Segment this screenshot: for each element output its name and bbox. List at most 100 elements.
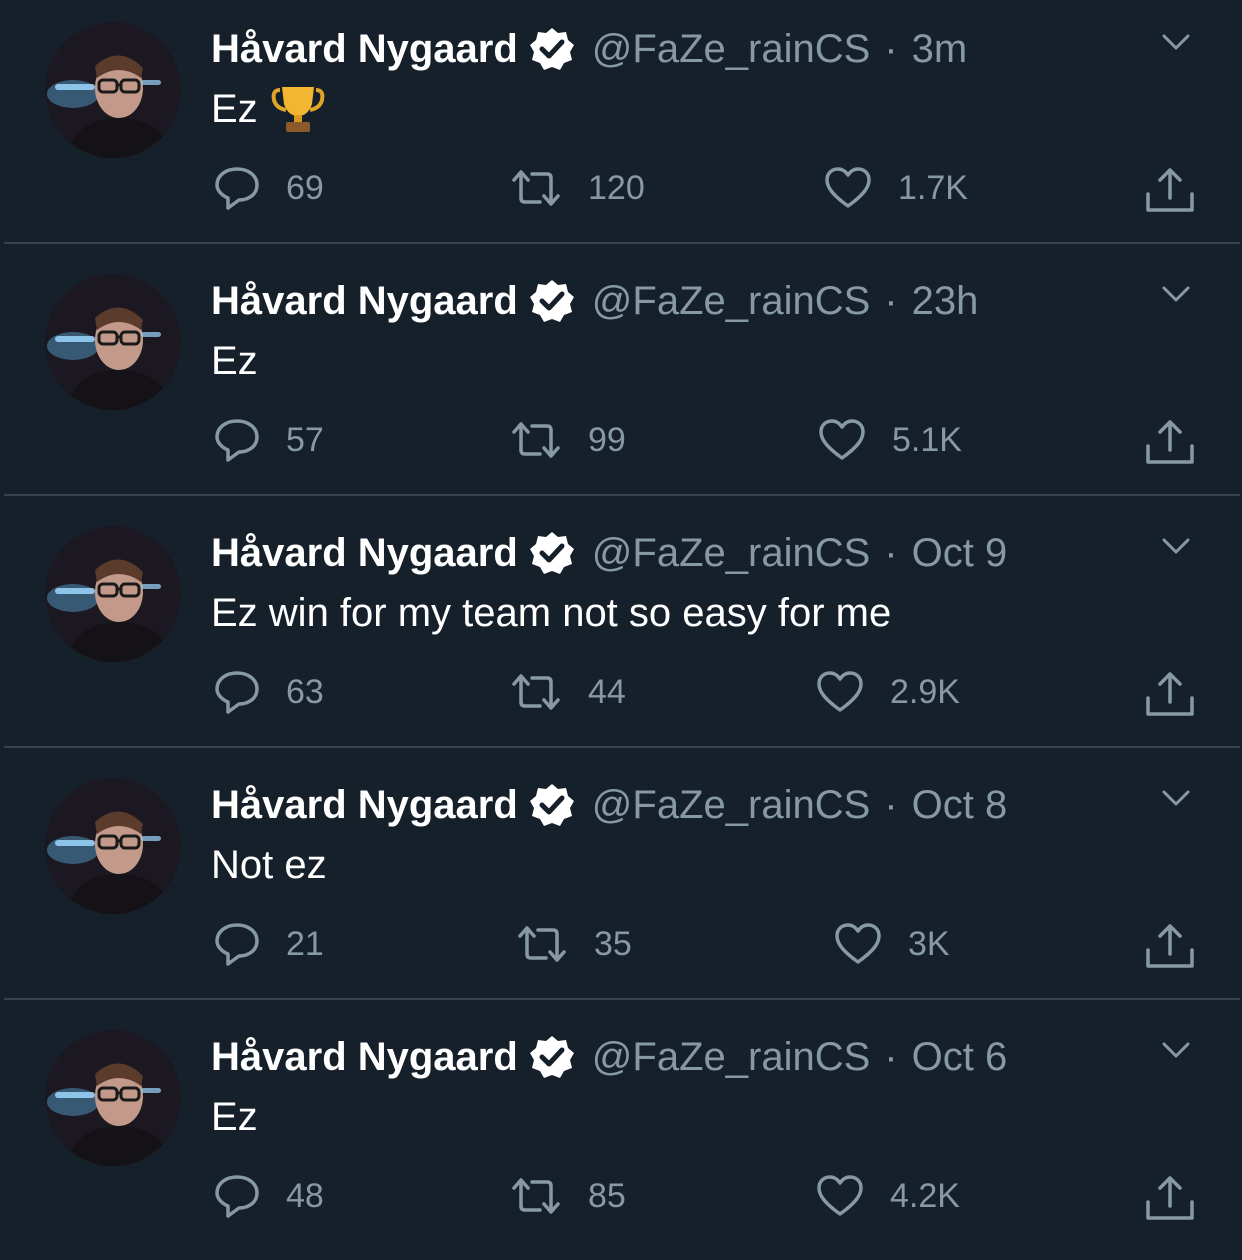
author-handle[interactable]: @FaZe_rainCS — [592, 279, 870, 324]
heart-icon — [817, 671, 863, 712]
tweet-text-container: Ez — [211, 1090, 258, 1144]
tweet-text: Not ez — [211, 842, 327, 887]
like-count: 3K — [908, 924, 950, 963]
tweet-timestamp[interactable]: Oct 9 — [912, 531, 1008, 576]
heart-icon — [819, 419, 865, 460]
like-count: 1.7K — [898, 168, 968, 207]
retweet-button[interactable]: 44 — [510, 664, 626, 720]
tweet-text: Ez — [211, 1094, 258, 1139]
tweet-text-container: Not ez — [211, 838, 327, 892]
reply-button[interactable]: 21 — [214, 916, 324, 972]
retweet-icon — [518, 926, 566, 962]
like-button[interactable]: 4.2K — [816, 1168, 960, 1224]
retweet-icon — [512, 422, 560, 458]
trophy-emoji-icon — [271, 87, 325, 132]
reply-button[interactable]: 69 — [214, 160, 324, 216]
retweet-icon — [512, 1178, 560, 1214]
reply-button[interactable]: 63 — [214, 664, 324, 720]
retweet-button[interactable]: 120 — [510, 160, 645, 216]
retweet-icon — [512, 170, 560, 206]
reply-count: 21 — [286, 924, 324, 963]
like-button[interactable]: 3K — [834, 916, 950, 972]
reply-bubble-icon — [215, 671, 259, 714]
author-handle[interactable]: @FaZe_rainCS — [592, 531, 870, 576]
share-upload-icon[interactable] — [1142, 920, 1198, 972]
avatar[interactable] — [45, 778, 181, 914]
tweet-header: Håvard Nygaard @FaZe_rainCS · 23h — [211, 276, 978, 326]
tweet[interactable]: Håvard Nygaard @FaZe_rainCS · 23h Ez 57 — [0, 252, 1242, 504]
verified-badge-icon — [529, 784, 574, 826]
tweet-text-container: Ez — [211, 82, 326, 136]
avatar[interactable] — [45, 526, 181, 662]
verified-badge-icon — [529, 280, 574, 322]
tweet-divider — [4, 998, 1240, 1000]
retweet-button[interactable]: 99 — [510, 412, 626, 468]
like-button[interactable]: 1.7K — [824, 160, 968, 216]
avatar[interactable] — [45, 274, 181, 410]
reply-bubble-icon — [215, 167, 259, 210]
chevron-down-icon[interactable] — [1156, 784, 1196, 812]
retweet-count: 85 — [588, 1176, 626, 1215]
tweet-timestamp[interactable]: Oct 6 — [912, 1035, 1008, 1080]
chevron-down-icon[interactable] — [1156, 532, 1196, 560]
share-upload-icon[interactable] — [1142, 164, 1198, 216]
retweet-count: 44 — [588, 672, 626, 711]
reply-bubble-icon — [215, 419, 259, 462]
reply-count: 57 — [286, 420, 324, 459]
tweet-divider — [4, 746, 1240, 748]
tweet[interactable]: Håvard Nygaard @FaZe_rainCS · 3m Ez 69 1… — [0, 0, 1242, 252]
tweet-header: Håvard Nygaard @FaZe_rainCS · Oct 9 — [211, 528, 1007, 578]
reply-count: 69 — [286, 168, 324, 207]
share-upload-icon[interactable] — [1142, 1172, 1198, 1224]
dot-separator: · — [884, 530, 898, 575]
like-button[interactable]: 2.9K — [816, 664, 960, 720]
author-name[interactable]: Håvard Nygaard — [211, 279, 518, 324]
tweet-text: Ez win for my team not so easy for me — [211, 590, 892, 635]
reply-count: 63 — [286, 672, 324, 711]
tweet-timestamp[interactable]: Oct 8 — [912, 783, 1008, 828]
retweet-button[interactable]: 85 — [510, 1168, 626, 1224]
heart-icon — [825, 167, 871, 208]
heart-icon — [835, 923, 881, 964]
reply-button[interactable]: 57 — [214, 412, 324, 468]
like-button[interactable]: 5.1K — [818, 412, 962, 468]
reply-bubble-icon — [215, 1175, 259, 1218]
tweet-text-container: Ez — [211, 334, 258, 388]
tweet-timestamp[interactable]: 23h — [912, 279, 979, 324]
heart-icon — [817, 1175, 863, 1216]
chevron-down-icon[interactable] — [1156, 280, 1196, 308]
author-name[interactable]: Håvard Nygaard — [211, 1035, 518, 1080]
verified-badge-icon — [529, 1036, 574, 1078]
retweet-button[interactable]: 35 — [516, 916, 632, 972]
tweet-timestamp[interactable]: 3m — [912, 27, 968, 72]
chevron-down-icon[interactable] — [1156, 1036, 1196, 1064]
author-handle[interactable]: @FaZe_rainCS — [592, 27, 870, 72]
retweet-count: 35 — [594, 924, 632, 963]
tweet-feed: Håvard Nygaard @FaZe_rainCS · 3m Ez 69 1… — [0, 0, 1242, 1249]
author-name[interactable]: Håvard Nygaard — [211, 531, 518, 576]
dot-separator: · — [884, 1034, 898, 1079]
avatar[interactable] — [45, 1030, 181, 1166]
author-name[interactable]: Håvard Nygaard — [211, 783, 518, 828]
like-count: 5.1K — [892, 420, 962, 459]
tweet[interactable]: Håvard Nygaard @FaZe_rainCS · Oct 8 Not … — [0, 756, 1242, 1008]
tweet-text: Ez — [211, 86, 258, 131]
tweet-text: Ez — [211, 338, 258, 383]
dot-separator: · — [884, 26, 898, 71]
tweet[interactable]: Håvard Nygaard @FaZe_rainCS · Oct 9 Ez w… — [0, 504, 1242, 756]
author-handle[interactable]: @FaZe_rainCS — [592, 783, 870, 828]
tweet-header: Håvard Nygaard @FaZe_rainCS · Oct 6 — [211, 1032, 1007, 1082]
retweet-icon — [512, 674, 560, 710]
tweet-divider — [4, 494, 1240, 496]
tweet[interactable]: Håvard Nygaard @FaZe_rainCS · Oct 6 Ez 4… — [0, 1008, 1242, 1260]
chevron-down-icon[interactable] — [1156, 28, 1196, 56]
retweet-count: 120 — [588, 168, 645, 207]
dot-separator: · — [884, 782, 898, 827]
avatar[interactable] — [45, 22, 181, 158]
author-handle[interactable]: @FaZe_rainCS — [592, 1035, 870, 1080]
share-upload-icon[interactable] — [1142, 416, 1198, 468]
reply-button[interactable]: 48 — [214, 1168, 324, 1224]
share-upload-icon[interactable] — [1142, 668, 1198, 720]
tweet-divider — [4, 242, 1240, 244]
author-name[interactable]: Håvard Nygaard — [211, 27, 518, 72]
